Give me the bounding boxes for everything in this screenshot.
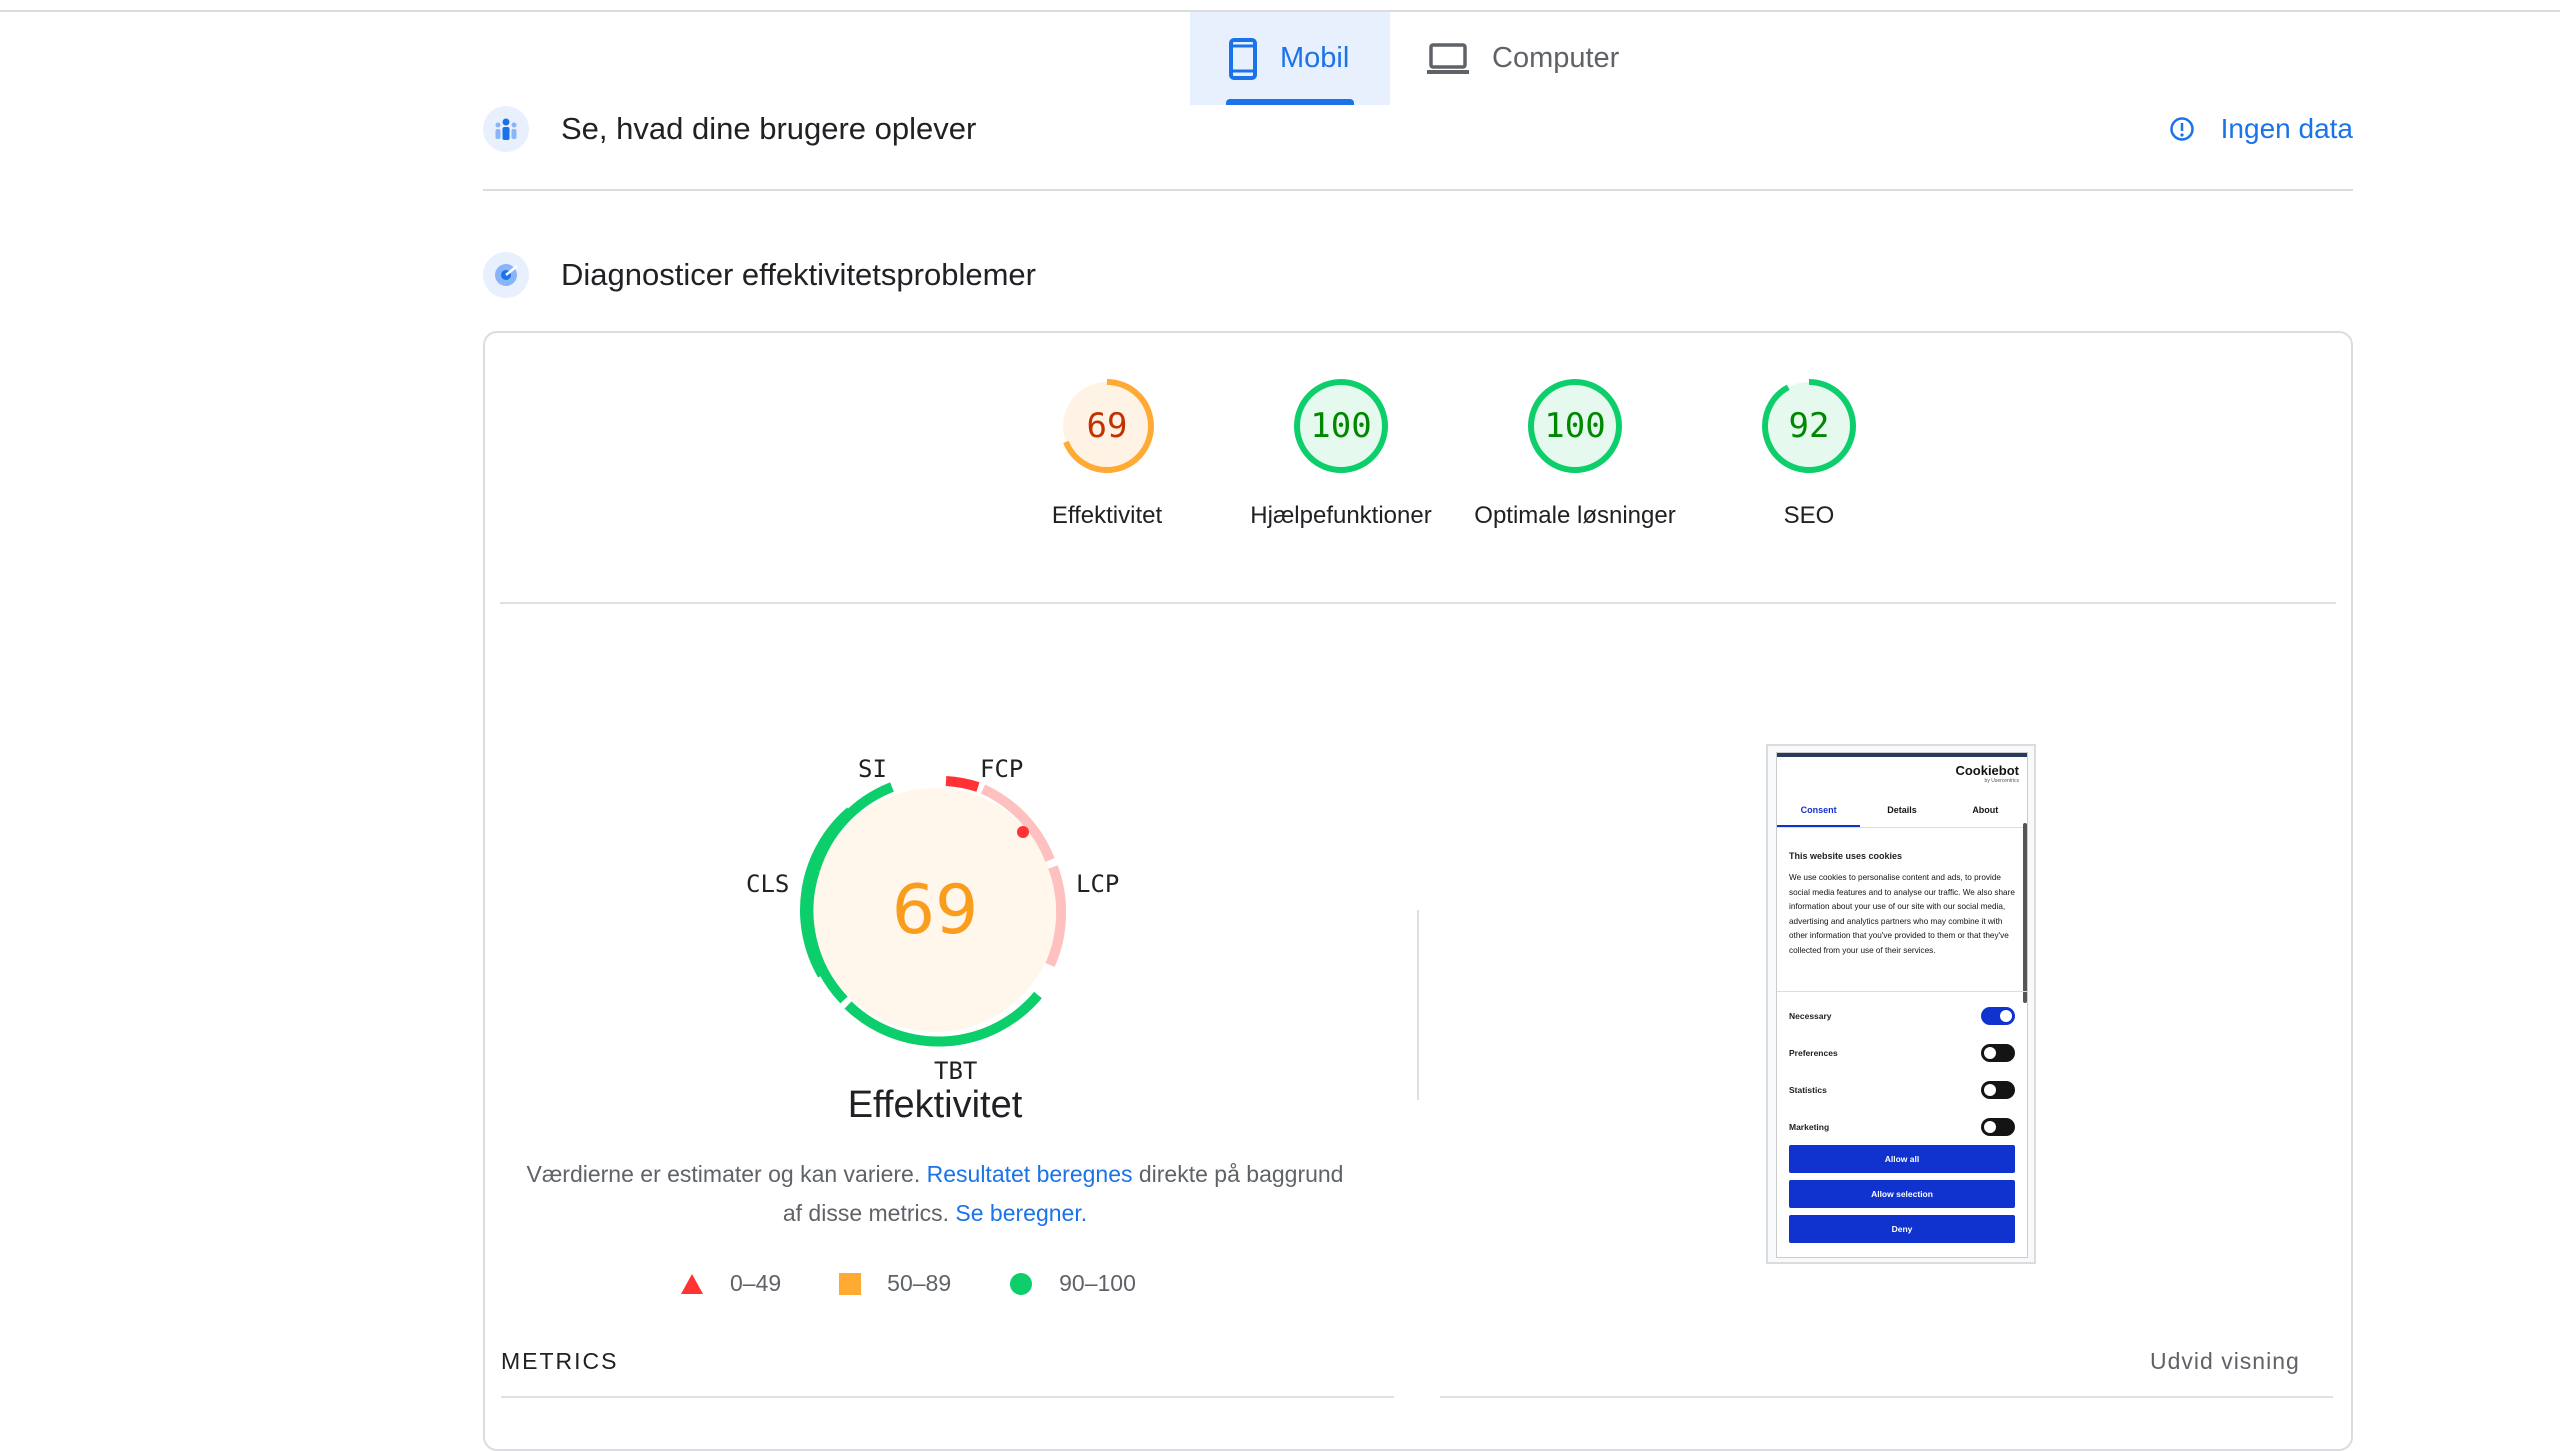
cls-label: CLS <box>746 870 790 898</box>
final-screenshot[interactable]: Cookiebot by Usercentrics Consent Details… <box>1766 744 2036 1264</box>
toggle-row: Preferences <box>1789 1044 2015 1062</box>
circle-icon <box>1010 1272 1033 1295</box>
toggle-row: Necessary <box>1789 1007 2015 1025</box>
cookie-button: Deny <box>1789 1215 2015 1243</box>
gauge-best-practices[interactable]: 100 Optimale løsninger <box>1458 378 1692 535</box>
toggle-switch <box>1981 1118 2015 1136</box>
square-icon <box>839 1272 862 1295</box>
cookie-tab: About <box>1972 805 1999 815</box>
gauge-score: 100 <box>1544 406 1606 446</box>
tab-mobile-label: Mobil <box>1280 42 1350 74</box>
laptop-icon <box>1427 42 1469 74</box>
gauge-score: 69 <box>1086 406 1128 446</box>
cookie-text: We use cookies to personalise content an… <box>1789 873 2015 955</box>
gauge-label: Hjælpefunktioner <box>1250 502 1432 529</box>
diagnose-icon <box>483 252 529 298</box>
toggle-row: Marketing <box>1789 1118 2015 1136</box>
cookie-heading: This website uses cookies <box>1789 851 1903 861</box>
legend-pass: 90–100 <box>1009 1270 1136 1297</box>
cookie-tabs: Consent Details About <box>1777 797 2027 828</box>
smartphone-icon <box>1229 37 1257 80</box>
lcp-label: LCP <box>1076 870 1120 898</box>
performance-title: Effektivitet <box>847 1084 1023 1126</box>
toggle-switch <box>1981 1007 2015 1025</box>
cookie-banner-preview: Cookiebot by Usercentrics Consent Details… <box>1776 752 2028 1258</box>
score-calc-link[interactable]: Resultatet beregnes <box>927 1161 1133 1187</box>
gauge-label: Optimale løsninger <box>1474 502 1676 529</box>
cookie-tab: Consent <box>1777 797 1861 827</box>
no-data-link[interactable]: Ingen data <box>2169 113 2353 145</box>
preview-scrollbar <box>2023 823 2027 1003</box>
section-divider <box>483 189 2353 191</box>
gauge-label: SEO <box>1783 502 1835 529</box>
fcp-label: FCP <box>980 755 1024 783</box>
cookie-tab: Details <box>1887 805 1917 815</box>
tab-computer-label: Computer <box>1492 42 1620 74</box>
cookiebot-logo: Cookiebot by Usercentrics <box>1955 763 2019 784</box>
field-data-title: Se, hvad dine brugere oplever <box>561 111 977 146</box>
cookie-button: Allow selection <box>1789 1180 2015 1208</box>
category-gauges: 69 Effektivitet 100 Hjælpefunktioner 100… <box>990 378 1926 535</box>
metrics-divider-right <box>1440 1396 2333 1398</box>
toggle-switch <box>1981 1044 2015 1062</box>
users-icon <box>483 106 529 152</box>
expand-view-toggle[interactable]: Udvid visning <box>2150 1348 2300 1375</box>
gauge-label: Effektivitet <box>1051 502 1163 529</box>
legend-average: 50–89 <box>839 1270 951 1297</box>
cookie-button: Allow all <box>1789 1145 2015 1173</box>
performance-description: Værdierne er estimater og kan variere. R… <box>520 1155 1350 1233</box>
tab-mobile[interactable]: Mobil <box>1190 12 1390 105</box>
see-calculator-link[interactable]: Se beregner. <box>955 1200 1087 1226</box>
performance-gauge: 69 SI FCP LCP CLS TBT <box>740 745 1130 1085</box>
performance-score: 69 <box>891 870 979 950</box>
tab-computer[interactable]: Computer <box>1390 12 1655 105</box>
gauge-score: 100 <box>1310 406 1372 446</box>
legend-fail: 0–49 <box>680 1270 781 1297</box>
metrics-heading: METRICS <box>501 1348 619 1374</box>
diagnose-header: Diagnosticer effektivitetsproblemer <box>483 252 2353 298</box>
diagnose-title: Diagnosticer effektivitetsproblemer <box>561 257 1036 292</box>
gauge-accessibility[interactable]: 100 Hjælpefunktioner <box>1224 378 1458 535</box>
no-data-label: Ingen data <box>2220 113 2353 144</box>
vertical-divider <box>1417 910 1419 1100</box>
si-label: SI <box>858 755 887 783</box>
score-legend: 0–49 50–89 90–100 <box>680 1270 1194 1297</box>
gauge-seo[interactable]: 92 SEO <box>1692 378 1926 535</box>
toggle-switch <box>1981 1081 2015 1099</box>
gauge-score: 92 <box>1788 406 1830 446</box>
gauge-performance[interactable]: 69 Effektivitet <box>990 378 1224 535</box>
info-icon <box>2169 117 2194 141</box>
triangle-icon <box>681 1273 703 1294</box>
field-data-header: Se, hvad dine brugere oplever Ingen data <box>483 106 2353 152</box>
gauges-divider <box>500 602 2336 604</box>
toggle-row: Statistics <box>1789 1081 2015 1099</box>
legend-average-range: 50–89 <box>887 1270 952 1296</box>
tbt-label: TBT <box>934 1057 978 1085</box>
device-tabs: Mobil Computer <box>1190 12 1655 105</box>
metrics-divider-left <box>501 1396 1394 1398</box>
legend-pass-range: 90–100 <box>1059 1270 1136 1296</box>
legend-fail-range: 0–49 <box>730 1270 782 1296</box>
desc-text-1: Værdierne er estimater og kan variere. <box>526 1161 927 1187</box>
